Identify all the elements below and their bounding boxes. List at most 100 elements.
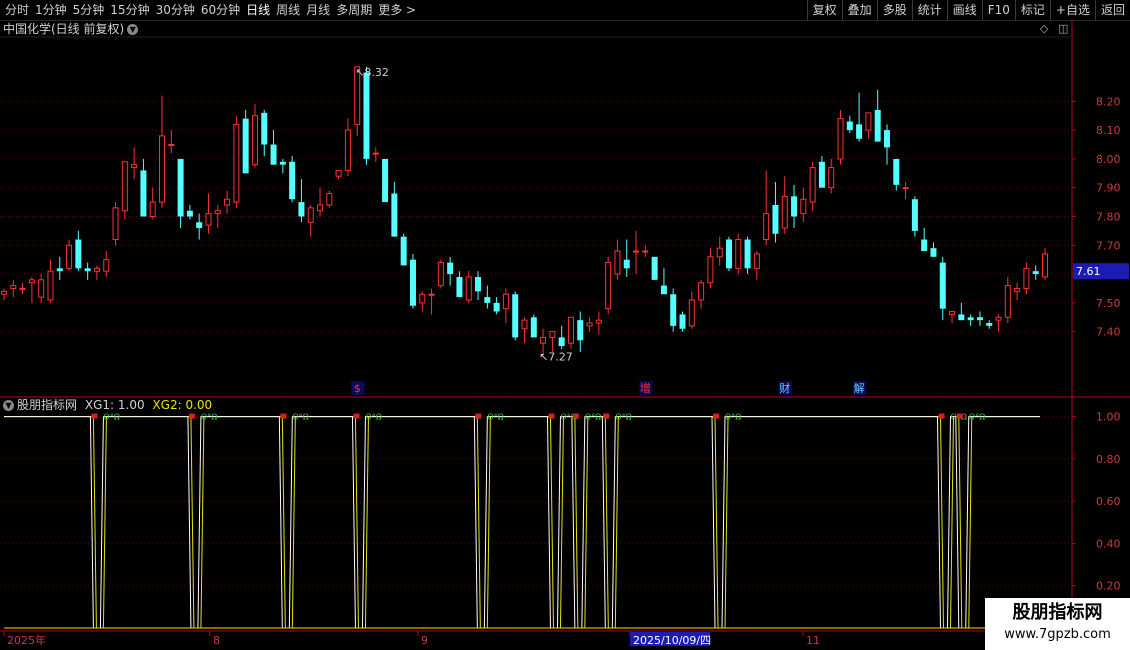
signal-text: O°Ω <box>725 413 741 422</box>
candle-body <box>921 239 928 252</box>
candle-body <box>279 161 286 165</box>
candle-body <box>307 207 314 223</box>
candle-body <box>242 118 249 174</box>
candle-body <box>967 317 974 321</box>
candle-body <box>698 282 705 301</box>
candle-body <box>540 336 547 344</box>
candle-body <box>344 129 351 171</box>
candle-body <box>763 213 770 241</box>
signal-text: O°Ω <box>292 413 308 422</box>
date-label: 8 <box>213 634 220 647</box>
candle-body <box>791 196 798 217</box>
candle-body <box>623 259 630 269</box>
candle-body <box>949 311 956 315</box>
candle-body <box>19 287 26 290</box>
candle-body <box>865 112 872 131</box>
signal-tag <box>475 413 482 419</box>
candle-body <box>772 204 779 234</box>
candle-body <box>224 198 231 206</box>
signal-text: O°Ω <box>585 413 601 422</box>
event-marker: 财 <box>779 381 790 395</box>
candle-body <box>883 130 890 148</box>
candle-body <box>846 121 853 131</box>
price-tick-label: 8.20 <box>1096 95 1121 108</box>
candle-body <box>781 195 788 229</box>
candle-body <box>270 144 277 165</box>
candle-body <box>233 123 240 203</box>
signal-text: O°Ω <box>365 413 381 422</box>
candle-body <box>660 285 667 295</box>
candle-body <box>47 270 54 301</box>
indicator-tick-label: 0.20 <box>1096 580 1121 593</box>
candle-body <box>428 293 435 296</box>
high-price-label: ↖8.32 <box>355 66 389 79</box>
candle-body <box>958 314 965 321</box>
price-tick-label: 7.90 <box>1096 182 1121 195</box>
candle-body <box>1023 267 1030 289</box>
candle-body <box>614 250 621 275</box>
indicator-tick-label: 0.60 <box>1096 495 1121 508</box>
candle-body <box>930 248 937 257</box>
current-price-label: 7.61 <box>1076 265 1101 278</box>
candle-body <box>549 331 556 338</box>
candle-body <box>196 222 203 229</box>
candle-body <box>93 267 100 272</box>
xg2-line <box>4 416 1040 629</box>
signal-tag <box>353 413 360 419</box>
candle-body <box>986 323 993 326</box>
date-label: 9 <box>421 634 428 647</box>
candle-body <box>149 201 156 218</box>
candle-body <box>856 124 863 139</box>
candle-body <box>298 202 305 217</box>
candle-body <box>818 161 825 188</box>
price-tick-label: 8.10 <box>1096 124 1121 137</box>
candle-body <box>725 239 732 269</box>
candlestick-chart[interactable]: 8.208.108.007.907.807.707.607.507.401.00… <box>0 0 1130 650</box>
candle-body <box>56 268 63 272</box>
candle-body <box>893 158 900 185</box>
candle-body <box>670 294 677 326</box>
candle-body <box>391 193 398 237</box>
candle-body <box>530 317 537 338</box>
indicator-tick-label: 0.40 <box>1096 537 1121 550</box>
price-tick-label: 7.70 <box>1096 239 1121 252</box>
candle-body <box>140 170 147 217</box>
candle-body <box>372 152 379 155</box>
candle-body <box>837 118 844 160</box>
candle-body <box>437 262 444 287</box>
indicator-tick-label: 1.00 <box>1096 411 1121 424</box>
price-tick-label: 7.80 <box>1096 211 1121 224</box>
signal-tag <box>956 413 963 419</box>
signal-text: O°Ω <box>201 413 217 422</box>
candle-body <box>651 256 658 280</box>
candle-body <box>735 239 742 269</box>
candle-body <box>577 320 584 341</box>
candle-body <box>419 293 426 304</box>
candle-body <box>567 316 574 344</box>
price-tick-label: 7.40 <box>1096 326 1121 339</box>
signal-text: O°Ω <box>103 413 119 422</box>
signal-tag <box>713 413 720 419</box>
candle-body <box>976 317 983 321</box>
candle-body <box>177 158 184 217</box>
candle-body <box>363 72 370 159</box>
candle-body <box>484 297 491 303</box>
candle-body <box>28 279 35 284</box>
candle-body <box>521 319 528 330</box>
signal-tag <box>91 413 98 419</box>
candle-body <box>688 299 695 327</box>
signal-tag <box>572 413 579 419</box>
low-price-label: ↖7.27 <box>539 351 573 364</box>
candle-body <box>911 199 918 231</box>
candle-body <box>716 247 723 258</box>
candle-body <box>939 262 946 309</box>
candle-body <box>10 285 17 289</box>
candle-body <box>605 262 612 310</box>
candle-body <box>642 250 649 253</box>
indicator-tick-label: 0.80 <box>1096 453 1121 466</box>
event-marker: 解 <box>854 381 865 395</box>
signal-text: O°Ω <box>487 413 503 422</box>
event-marker: 增 <box>640 381 651 395</box>
candle-body <box>409 259 416 306</box>
candle-body <box>874 109 881 142</box>
